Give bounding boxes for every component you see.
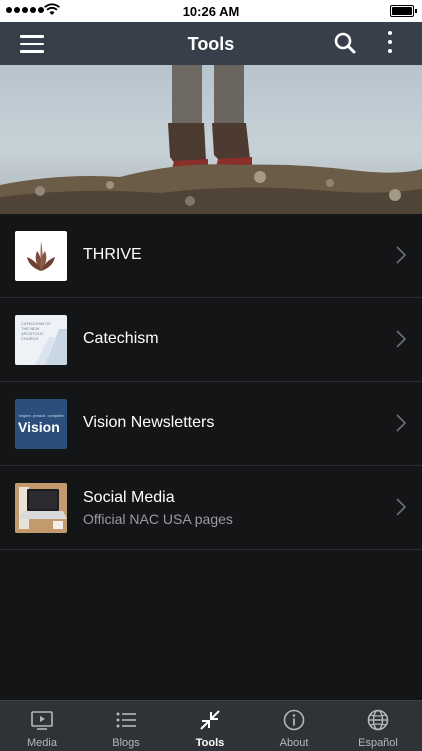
list-item-subtitle: Official NAC USA pages xyxy=(83,511,233,527)
page-title: Tools xyxy=(187,34,235,54)
tab-blogs[interactable]: Blogs xyxy=(84,701,168,751)
globe-icon xyxy=(367,709,389,731)
status-bar: 10:26 AM xyxy=(0,0,422,22)
list-item-label: THRIVE xyxy=(83,246,142,263)
tab-label: Español xyxy=(358,737,398,749)
list-item-label: Catechism xyxy=(83,330,159,347)
info-icon xyxy=(283,709,305,731)
tab-label: Blogs xyxy=(112,737,140,749)
list-item-thrive[interactable]: THRIVE xyxy=(0,214,422,298)
catechism-cover: CATECHISM OF THE NEW APOSTOLIC CHURCH xyxy=(15,315,67,365)
hero-image xyxy=(0,65,422,214)
list-item-social-media[interactable]: Social Media Official NAC USA pages xyxy=(0,466,422,550)
tab-about[interactable]: About xyxy=(252,701,336,751)
status-time: 10:26 AM xyxy=(182,4,240,19)
tools-compress-icon xyxy=(200,710,220,730)
tab-media[interactable]: Media xyxy=(0,701,84,751)
list-icon xyxy=(116,712,136,728)
media-tv-icon xyxy=(31,711,53,730)
tab-bar: Media Blogs Tools About Español xyxy=(0,700,422,751)
list-item-label: Vision Newsletters xyxy=(83,414,215,431)
search-icon[interactable] xyxy=(334,32,356,54)
laptop-photo xyxy=(15,483,67,533)
vision-tagline: inspire. preach. complete. xyxy=(19,413,65,418)
nav-bar: Tools xyxy=(0,22,422,65)
list-item-catechism[interactable]: CATECHISM OF THE NEW APOSTOLIC CHURCH Ca… xyxy=(0,298,422,382)
tools-list: THRIVE CATECHISM OF THE NEW APOSTOLIC CH… xyxy=(0,214,422,550)
tab-tools[interactable]: Tools xyxy=(168,701,252,751)
vision-wordmark: Vision xyxy=(18,419,60,435)
list-item-vision-newsletters[interactable]: inspire. preach. complete. Vision Vision… xyxy=(0,382,422,466)
chevron-right-icon xyxy=(396,246,406,264)
more-vertical-icon[interactable] xyxy=(384,31,396,57)
chevron-right-icon xyxy=(396,498,406,516)
chevron-right-icon xyxy=(396,414,406,432)
tab-label: Media xyxy=(27,737,57,749)
thrive-logo xyxy=(15,231,67,281)
battery-icon xyxy=(390,5,417,17)
list-item-label: Social Media xyxy=(83,489,175,506)
tab-espanol[interactable]: Español xyxy=(336,701,420,751)
chevron-right-icon xyxy=(396,330,406,348)
tab-label: About xyxy=(279,737,309,749)
hiker-boots-on-rocky-ground xyxy=(0,65,422,214)
vision-cover: inspire. preach. complete. Vision xyxy=(15,399,67,449)
tab-label: Tools xyxy=(195,737,225,749)
